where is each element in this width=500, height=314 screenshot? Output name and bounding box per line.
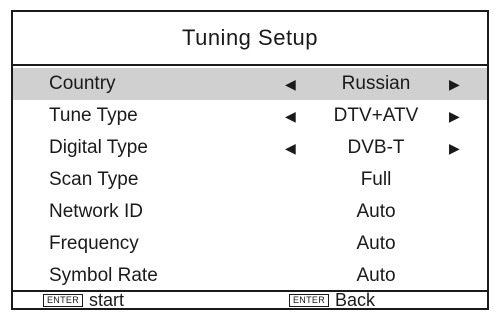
setting-label-digital-type: Digital Type <box>49 137 148 158</box>
setting-value-scan-type: Full <box>360 169 392 190</box>
setting-row-tune-type[interactable]: Tune Type ◀ DTV+ATV ▶ <box>13 100 487 132</box>
page-title: Tuning Setup <box>181 25 319 50</box>
setting-label-symbol-rate: Symbol Rate <box>49 265 158 286</box>
tuning-setup-panel: Tuning Setup Country ◀ Russian ▶ Tune Ty… <box>11 10 489 310</box>
start-label: start <box>89 290 125 310</box>
setting-label-network-id: Network ID <box>49 201 143 222</box>
back-label: Back <box>335 290 376 310</box>
setting-value-digital-type: DVB-T <box>347 137 405 158</box>
setting-row-symbol-rate[interactable]: Symbol Rate Auto <box>13 260 487 292</box>
triangle-right-icon[interactable]: ▶ <box>449 132 460 164</box>
title-divider <box>13 64 487 66</box>
setting-label-tune-type: Tune Type <box>49 105 138 126</box>
triangle-right-icon[interactable]: ▶ <box>449 68 460 100</box>
setting-value-network-id: Auto <box>356 201 396 222</box>
setting-value-frequency: Auto <box>356 233 396 254</box>
setting-row-frequency[interactable]: Frequency Auto <box>13 228 487 260</box>
setting-label-scan-type: Scan Type <box>49 169 139 190</box>
setting-row-country[interactable]: Country ◀ Russian ▶ <box>13 68 487 100</box>
setting-value-country: Russian <box>341 73 411 94</box>
enter-key-icon: ENTER <box>289 293 330 307</box>
triangle-left-icon[interactable]: ◀ <box>285 68 296 100</box>
setting-row-scan-type[interactable]: Scan Type Full <box>13 164 487 196</box>
enter-key-icon: ENTER <box>43 293 84 307</box>
settings-list: Country ◀ Russian ▶ Tune Type ◀ DTV+ATV … <box>13 68 487 292</box>
setting-value-tune-type: DTV+ATV <box>333 105 419 126</box>
setting-label-frequency: Frequency <box>49 233 139 254</box>
setting-row-network-id[interactable]: Network ID Auto <box>13 196 487 228</box>
triangle-left-icon[interactable]: ◀ <box>285 100 296 132</box>
setting-label-country: Country <box>49 73 116 94</box>
footer-hints: ENTER start ENTER Back <box>13 290 487 310</box>
setting-row-digital-type[interactable]: Digital Type ◀ DVB-T ▶ <box>13 132 487 164</box>
start-hint[interactable]: ENTER start <box>43 289 124 311</box>
triangle-left-icon[interactable]: ◀ <box>285 132 296 164</box>
setting-value-symbol-rate: Auto <box>356 265 396 286</box>
back-hint[interactable]: ENTER Back <box>289 289 375 311</box>
triangle-right-icon[interactable]: ▶ <box>449 100 460 132</box>
